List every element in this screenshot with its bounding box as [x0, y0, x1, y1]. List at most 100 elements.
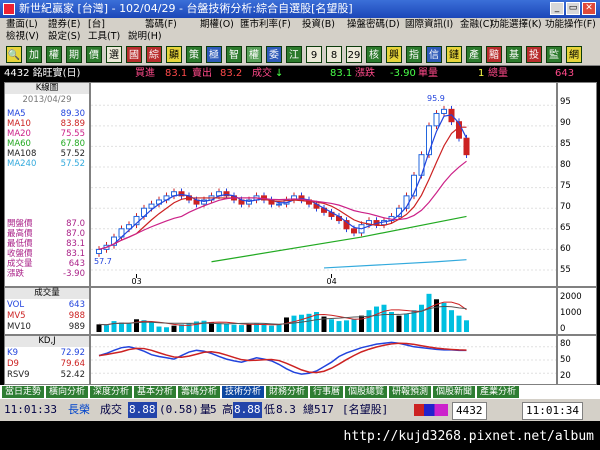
sell-price: 83.2 — [220, 68, 243, 79]
status-stock-name[interactable]: 長榮 — [68, 402, 90, 418]
menu-settings[interactable]: 設定(S) — [48, 31, 80, 43]
menu-tools[interactable]: 工具(T) — [88, 31, 120, 43]
candle-body — [351, 228, 357, 234]
title-bar: 新世紀贏家 [台灣] - 102/04/29 - 台盤技術分析:綜合自選股[名望… — [0, 0, 600, 18]
ma240-line — [323, 259, 467, 269]
legend-value-最高價: 87.0 — [66, 229, 85, 239]
menu-options[interactable]: 期權(O) — [200, 19, 234, 31]
menu-func-select[interactable]: 功能選擇(K) — [490, 19, 542, 31]
menu-func-op[interactable]: 功能操作(F) — [545, 19, 596, 31]
tab-8[interactable]: 個股總覽 — [345, 386, 389, 398]
status-low: 8.3 — [276, 403, 296, 416]
tab-2[interactable]: 深度分析 — [90, 386, 134, 398]
volume-bar — [441, 302, 447, 332]
tab-7[interactable]: 行事曆 — [310, 386, 345, 398]
toolbar-button-15[interactable]: 9 — [306, 46, 322, 63]
toolbar-button-7[interactable]: 綜 — [146, 46, 162, 63]
tab-4[interactable]: 籌碼分析 — [178, 386, 222, 398]
maximize-button[interactable]: ▭ — [566, 2, 580, 15]
toolbar-button-20[interactable]: 指 — [406, 46, 422, 63]
legend-value-開盤價: 87.0 — [66, 219, 85, 229]
toolbar-button-9[interactable]: 策 — [186, 46, 202, 63]
toolbar-button-10[interactable]: 極 — [206, 46, 222, 63]
toolbar-button-11[interactable]: 智 — [226, 46, 242, 63]
close-button[interactable]: ✕ — [582, 2, 596, 15]
toolbar-button-25[interactable]: 基 — [506, 46, 522, 63]
toolbar-button-14[interactable]: 江 — [286, 46, 302, 63]
stock-code-input[interactable]: 4432 — [452, 402, 487, 420]
toolbar-button-8[interactable]: 顯 — [166, 46, 182, 63]
toolbar-button-6[interactable]: 國 — [126, 46, 142, 63]
ytick: 80 — [560, 339, 571, 349]
legend-value-ma60: 67.80 — [60, 139, 85, 149]
tab-3[interactable]: 基本分析 — [134, 386, 178, 398]
volume-bar — [134, 319, 139, 332]
kline-chart-panel: 95.9 57.7 03 04 — [90, 82, 557, 287]
ytick: 80 — [560, 160, 571, 170]
menu-intl[interactable]: 國際資訊(I) — [405, 19, 453, 31]
ytick: 65 — [560, 223, 571, 233]
minimize-button[interactable]: _ — [550, 2, 564, 15]
menu-invest[interactable]: 投資(B) — [302, 19, 335, 31]
toolbar-button-1[interactable]: 加 — [26, 46, 42, 63]
legend-value-最低價: 83.1 — [66, 239, 85, 249]
tab-11[interactable]: 產業分析 — [477, 386, 521, 398]
kline-legend-panel: K線圖 2013/04/29 MA5 89.30 MA10 83.89 MA20 75.5… — [4, 82, 90, 287]
toolbar-button-24[interactable]: 黯 — [486, 46, 502, 63]
toolbar-button-0[interactable]: 🔍 — [6, 46, 22, 63]
tab-10[interactable]: 個股新聞 — [433, 386, 477, 398]
tab-1[interactable]: 橫向分析 — [46, 386, 90, 398]
legend-value-rsv9: 52.42 — [60, 370, 85, 380]
status-deal-label: 成交 — [100, 403, 122, 416]
toolbar-button-4[interactable]: 價 — [86, 46, 102, 63]
toolbar-button-13[interactable]: 委 — [266, 46, 282, 63]
toolbar-button-3[interactable]: 期 — [66, 46, 82, 63]
toolbar-button-12[interactable]: 權 — [246, 46, 262, 63]
legend-label-ma240: MA240 — [7, 159, 37, 169]
menu-chips[interactable]: 籌碼(F) — [145, 19, 177, 31]
ytick: 0 — [560, 324, 566, 334]
volume-bar — [284, 317, 289, 332]
menu-securities[interactable]: 證券(E) — [48, 19, 80, 31]
toolbar-button-22[interactable]: 鏈 — [446, 46, 462, 63]
toolbar-button-23[interactable]: 產 — [466, 46, 482, 63]
ytick: 75 — [560, 181, 571, 191]
tab-0[interactable]: 當日走勢 — [2, 386, 46, 398]
tab-9[interactable]: 研報預測 — [389, 386, 433, 398]
toolbar-button-26[interactable]: 投 — [526, 46, 542, 63]
menu-help[interactable]: 說明(H) — [128, 31, 162, 43]
tab-6[interactable]: 財務分析 — [266, 386, 310, 398]
analysis-tabs: 當日走勢 橫向分析 深度分析 基本分析 籌碼分析 技術分析 財務分析 行事曆 個股總覽 研報預測個… — [0, 385, 600, 399]
candle-body — [441, 108, 447, 114]
volume-bar — [366, 310, 372, 332]
legend-value-k9: 72.92 — [60, 348, 85, 358]
menu-fx[interactable]: 匯市利率(F) — [240, 19, 291, 31]
app-name: 新世紀贏家 [台灣] — [19, 2, 109, 15]
legend-label-ma108: MA108 — [7, 149, 37, 159]
toolbar-button-16[interactable]: 8 — [326, 46, 342, 63]
legend-value-ma5: 89.30 — [60, 109, 85, 119]
volume-yaxis-panel: 2000 1000 0 — [557, 287, 597, 335]
total-vol-label: 總量 — [488, 68, 508, 79]
menu-finance[interactable]: 金融(C) — [460, 19, 493, 31]
ytick: 70 — [560, 202, 571, 212]
toolbar-button-17[interactable]: 29 — [346, 46, 362, 63]
high-mark: 95.9 — [427, 94, 445, 103]
legend-label-ma10: MA10 — [7, 119, 31, 129]
tab-5[interactable]: 技術分析 — [222, 386, 266, 398]
menu-view[interactable]: 檢視(V) — [6, 31, 39, 43]
menu-tw[interactable]: [台] — [88, 19, 105, 31]
ytick: 1000 — [560, 308, 582, 318]
toolbar-button-5[interactable]: 選 — [106, 46, 122, 63]
toolbar-button-19[interactable]: 興 — [386, 46, 402, 63]
watermark-url: http://kujd3268.pixnet.net/album — [343, 429, 594, 444]
volume-bar — [96, 324, 102, 332]
color-indicator — [414, 404, 448, 416]
menu-trade-code[interactable]: 操盤密碼(D) — [347, 19, 400, 31]
toolbar-button-18[interactable]: 核 — [366, 46, 382, 63]
menu-screen[interactable]: 畫面(L) — [6, 19, 38, 31]
toolbar-button-27[interactable]: 監 — [546, 46, 562, 63]
toolbar-button-21[interactable]: 信 — [426, 46, 442, 63]
toolbar-button-2[interactable]: 權 — [46, 46, 62, 63]
toolbar-button-28[interactable]: 網 — [566, 46, 582, 63]
